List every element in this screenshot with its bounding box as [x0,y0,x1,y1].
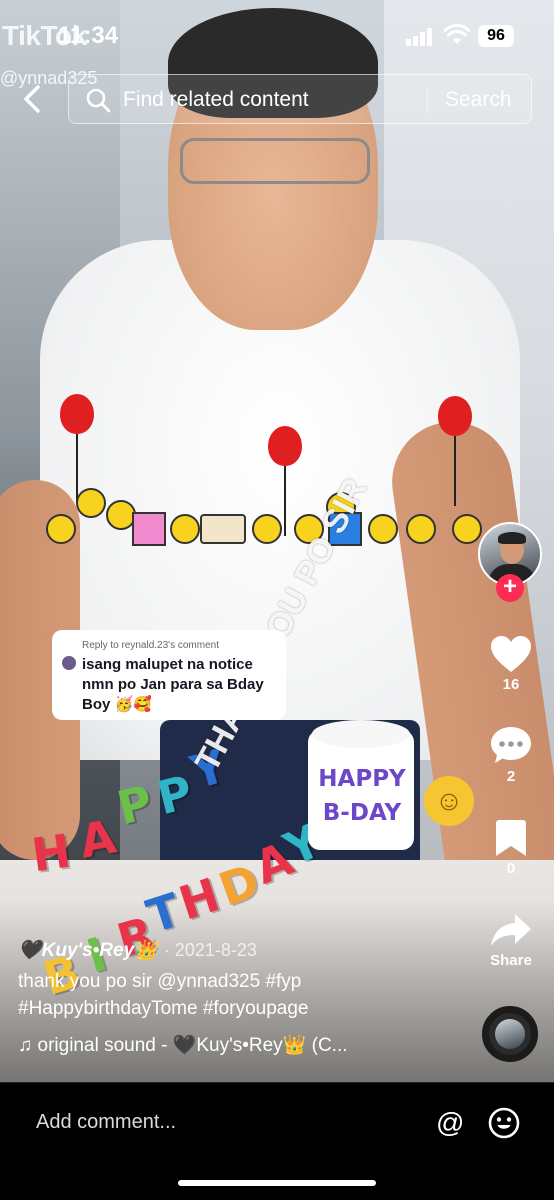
video-caption: 🖤Kuy's•Rey👑 · 2021-8-23 thank you po sir … [18,938,478,1057]
cake-text-line1: HAPPY [318,766,406,792]
battery-indicator: 96 [478,25,514,47]
search-divider [427,86,428,114]
smiley-sticker [406,514,436,544]
balloon-sticker [60,394,94,504]
search-icon [86,88,111,113]
music-disc-avatar [495,1019,525,1049]
share-label: Share [490,952,532,969]
cake-text-line2: B-DAY [322,800,402,826]
gift-sticker [132,512,166,546]
birthday-letter: H [28,823,75,883]
author-name[interactable]: 🖤Kuy's•Rey👑 [18,940,158,961]
cellular-signal-icon [406,28,434,46]
post-date: · 2021-8-23 [163,940,257,960]
share-button[interactable]: Share [479,910,543,969]
video-player[interactable]: H A P P Y B I R T H D A Y HAPPY B-DAY ☺ … [0,0,554,1082]
caption-text[interactable]: thank you po sir @ynnad325 #fyp #Happybi… [18,968,478,1022]
follow-plus-button[interactable]: + [496,574,524,602]
person-glasses [180,138,370,184]
bookmark-icon [496,820,526,856]
comment-input-bar[interactable]: Add comment... @ [0,1082,554,1164]
search-bar[interactable]: Find related content Search [68,74,532,124]
favorite-button[interactable]: 0 [479,818,543,877]
cake-sticker [200,514,246,544]
balloon-sticker [438,396,472,506]
cake-text: HAPPY B-DAY [316,762,408,830]
party-sticker-row [40,488,490,548]
comment-input[interactable]: Add comment... [36,1111,176,1134]
reply-comment-bubble[interactable]: Reply to reynald.23's comment isang malu… [52,630,286,720]
comment-button[interactable]: 2 [479,724,543,785]
smiley-sticker [170,514,200,544]
comment-bubble-icon [491,727,531,763]
smiley-sticker [368,514,398,544]
reply-comment-text: isang malupet na notice nmn po Jan para … [82,656,264,713]
commenter-avatar [62,656,76,670]
wifi-icon [444,24,470,44]
reply-header: Reply to reynald.23's comment [82,640,219,651]
emoji-icon[interactable] [488,1107,520,1139]
like-count: 16 [502,676,520,693]
smiley-sticker [252,514,282,544]
like-button[interactable]: 16 [479,634,543,693]
back-arrow-icon[interactable] [16,82,50,116]
search-input[interactable]: Find related content [123,88,309,112]
search-button[interactable]: Search [445,88,512,112]
cake-frosting [312,720,410,748]
author-line: 🖤Kuy's•Rey👑 · 2021-8-23 [18,938,478,962]
smiley-sticker [452,514,482,544]
smiley-sticker [76,488,106,518]
status-time: 11:34 [58,22,119,49]
comment-count: 2 [506,768,516,785]
save-count: 0 [506,860,516,877]
heart-icon [491,636,531,672]
smiley-sticker [46,514,76,544]
mention-button[interactable]: @ [436,1107,464,1139]
share-arrow-icon [491,914,531,946]
sound-info[interactable]: ♫ original sound - 🖤Kuy's•Rey👑 (C... [18,1033,478,1057]
status-bar: TikTok 11:34 @ynnad325 96 [0,0,554,88]
smiling-emoji-sticker: ☺ [424,776,474,826]
home-indicator [178,1180,376,1186]
balloon-sticker [268,426,302,536]
